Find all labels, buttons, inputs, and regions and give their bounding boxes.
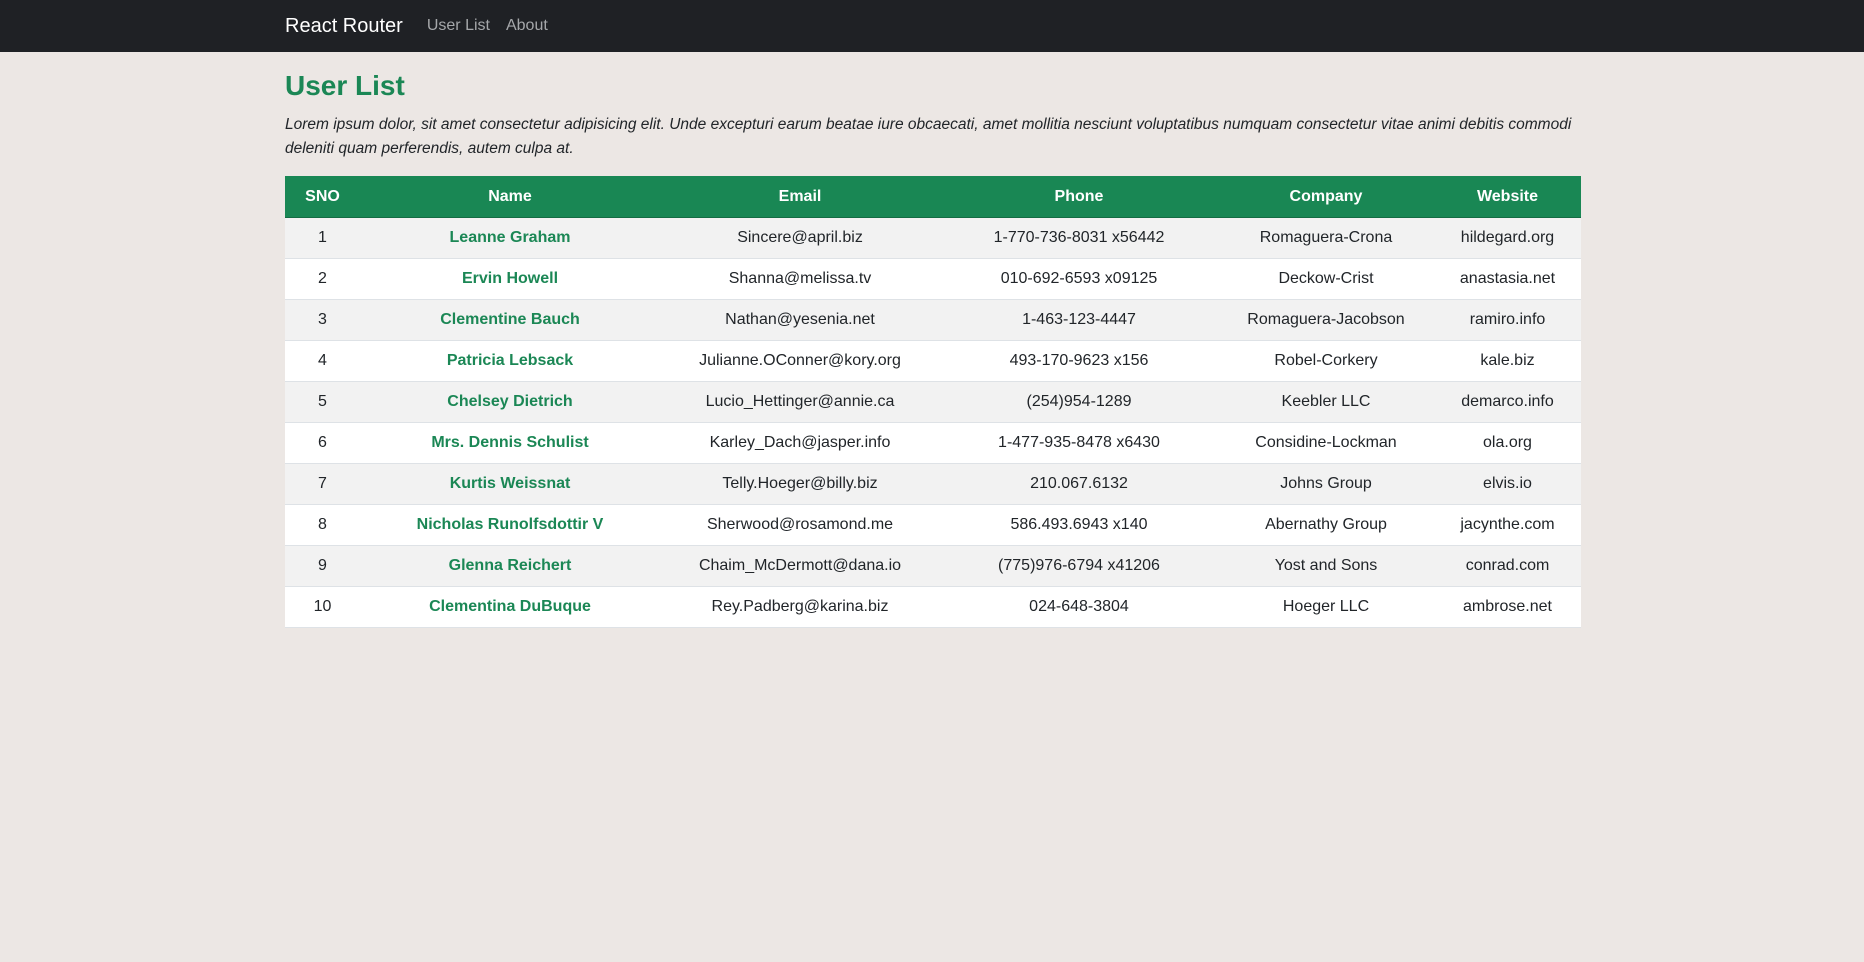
header-company: Company: [1218, 176, 1434, 218]
page-title: User List: [285, 70, 405, 101]
cell-name: Patricia Lebsack: [360, 340, 660, 382]
nav-link-about[interactable]: About: [506, 17, 548, 35]
intro-text: Lorem ipsum dolor, sit amet consectetur …: [285, 116, 1572, 157]
cell-email: Rey.Padberg@karina.biz: [660, 586, 940, 628]
cell-name: Mrs. Dennis Schulist: [360, 422, 660, 464]
user-name-link[interactable]: Kurtis Weissnat: [450, 475, 571, 492]
cell-sno: 7: [285, 463, 360, 505]
cell-email: Sherwood@rosamond.me: [660, 504, 940, 546]
cell-sno: 5: [285, 381, 360, 423]
cell-email: Julianne.OConner@kory.org: [660, 340, 940, 382]
cell-name: Clementine Bauch: [360, 299, 660, 341]
cell-sno: 2: [285, 258, 360, 300]
header-name: Name: [360, 176, 660, 218]
cell-sno: 4: [285, 340, 360, 382]
header-phone: Phone: [940, 176, 1218, 218]
cell-company: Romaguera-Jacobson: [1218, 299, 1434, 341]
cell-website: ambrose.net: [1434, 586, 1581, 628]
cell-email: Nathan@yesenia.net: [660, 299, 940, 341]
cell-email: Shanna@melissa.tv: [660, 258, 940, 300]
cell-phone: 1-477-935-8478 x6430: [940, 422, 1218, 464]
table-row: 2 Ervin Howell Shanna@melissa.tv 010-692-65…: [285, 258, 1581, 300]
user-name-link[interactable]: Glenna Reichert: [449, 557, 572, 574]
user-name-link[interactable]: Leanne Graham: [450, 229, 571, 246]
nav-link-user-list[interactable]: User List: [427, 17, 490, 35]
cell-email: Karley_Dach@jasper.info: [660, 422, 940, 464]
cell-website: ola.org: [1434, 422, 1581, 464]
header-website: Website: [1434, 176, 1581, 218]
header-sno: SNO: [285, 176, 360, 218]
cell-sno: 6: [285, 422, 360, 464]
cell-company: Yost and Sons: [1218, 545, 1434, 587]
cell-website: ramiro.info: [1434, 299, 1581, 341]
cell-company: Keebler LLC: [1218, 381, 1434, 423]
cell-email: Chaim_McDermott@dana.io: [660, 545, 940, 587]
user-name-link[interactable]: Patricia Lebsack: [447, 352, 573, 369]
table-row: 1 Leanne Graham Sincere@april.biz 1-770-736…: [285, 217, 1581, 259]
user-table: SNO Name Email Phone Company Website 1 Le…: [285, 176, 1581, 628]
cell-name: Kurtis Weissnat: [360, 463, 660, 505]
navbar: React Router User List About: [0, 0, 1864, 52]
cell-name: Leanne Graham: [360, 217, 660, 259]
cell-phone: 1-770-736-8031 x56442: [940, 217, 1218, 259]
cell-company: Romaguera-Crona: [1218, 217, 1434, 259]
table-row: 6 Mrs. Dennis Schulist Karley_Dach@jasper.…: [285, 422, 1581, 464]
user-name-link[interactable]: Mrs. Dennis Schulist: [431, 434, 588, 451]
cell-name: Clementina DuBuque: [360, 586, 660, 628]
cell-email: Sincere@april.biz: [660, 217, 940, 259]
cell-sno: 1: [285, 217, 360, 259]
cell-website: conrad.com: [1434, 545, 1581, 587]
cell-sno: 10: [285, 586, 360, 628]
table-row: 5 Chelsey Dietrich Lucio_Hettinger@annie.c…: [285, 381, 1581, 423]
cell-sno: 9: [285, 545, 360, 587]
cell-name: Chelsey Dietrich: [360, 381, 660, 423]
table-body: 1 Leanne Graham Sincere@april.biz 1-770-736…: [285, 217, 1581, 628]
user-name-link[interactable]: Clementine Bauch: [440, 311, 580, 328]
cell-name: Nicholas Runolfsdottir V: [360, 504, 660, 546]
cell-email: Telly.Hoeger@billy.biz: [660, 463, 940, 505]
cell-company: Considine-Lockman: [1218, 422, 1434, 464]
cell-company: Johns Group: [1218, 463, 1434, 505]
table-row: 3 Clementine Bauch Nathan@yesenia.net 1-463…: [285, 299, 1581, 341]
cell-phone: 024-648-3804: [940, 586, 1218, 628]
table-row: 8 Nicholas Runolfsdottir V Sherwood@rosamo…: [285, 504, 1581, 546]
cell-website: elvis.io: [1434, 463, 1581, 505]
cell-phone: 210.067.6132: [940, 463, 1218, 505]
header-email: Email: [660, 176, 940, 218]
cell-phone: 010-692-6593 x09125: [940, 258, 1218, 300]
user-name-link[interactable]: Ervin Howell: [462, 270, 558, 287]
cell-sno: 8: [285, 504, 360, 546]
user-name-link[interactable]: Chelsey Dietrich: [447, 393, 572, 410]
table-row: 7 Kurtis Weissnat Telly.Hoeger@billy.biz 21…: [285, 463, 1581, 505]
table-header-row: SNO Name Email Phone Company Website: [285, 176, 1581, 218]
cell-email: Lucio_Hettinger@annie.ca: [660, 381, 940, 423]
cell-company: Robel-Corkery: [1218, 340, 1434, 382]
table-row: 4 Patricia Lebsack Julianne.OConner@kory.o…: [285, 340, 1581, 382]
cell-website: anastasia.net: [1434, 258, 1581, 300]
cell-phone: 586.493.6943 x140: [940, 504, 1218, 546]
cell-phone: (775)976-6794 x41206: [940, 545, 1218, 587]
cell-phone: 493-170-9623 x156: [940, 340, 1218, 382]
cell-website: jacynthe.com: [1434, 504, 1581, 546]
table-row: 9 Glenna Reichert Chaim_McDermott@dana.io(…: [285, 545, 1581, 587]
main-content: User List Lorem ipsum dolor, sit amet co…: [285, 52, 1581, 628]
table-row: 10 Clementina DuBuque Rey.Padberg@karina.b…: [285, 586, 1581, 628]
cell-name: Glenna Reichert: [360, 545, 660, 587]
cell-name: Ervin Howell: [360, 258, 660, 300]
cell-website: hildegard.org: [1434, 217, 1581, 259]
cell-phone: 1-463-123-4447: [940, 299, 1218, 341]
cell-company: Abernathy Group: [1218, 504, 1434, 546]
cell-website: kale.biz: [1434, 340, 1581, 382]
cell-company: Hoeger LLC: [1218, 586, 1434, 628]
cell-website: demarco.info: [1434, 381, 1581, 423]
cell-phone: (254)954-1289: [940, 381, 1218, 423]
brand-link[interactable]: React Router: [285, 15, 403, 38]
user-name-link[interactable]: Clementina DuBuque: [429, 598, 591, 615]
cell-company: Deckow-Crist: [1218, 258, 1434, 300]
user-name-link[interactable]: Nicholas Runolfsdottir V: [417, 516, 604, 533]
cell-sno: 3: [285, 299, 360, 341]
